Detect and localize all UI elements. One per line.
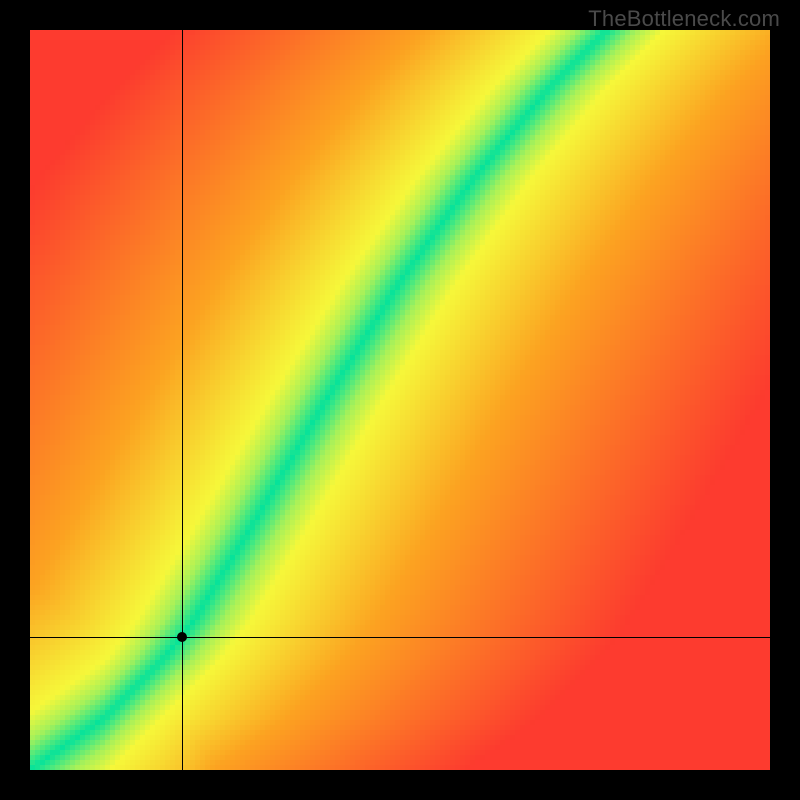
crosshair-horizontal: [30, 637, 770, 638]
crosshair-vertical: [182, 30, 183, 770]
heatmap-plot: [30, 30, 770, 770]
heatmap-canvas: [30, 30, 770, 770]
chart-frame: TheBottleneck.com: [0, 0, 800, 800]
selection-marker: [177, 632, 187, 642]
watermark-text: TheBottleneck.com: [588, 6, 780, 32]
